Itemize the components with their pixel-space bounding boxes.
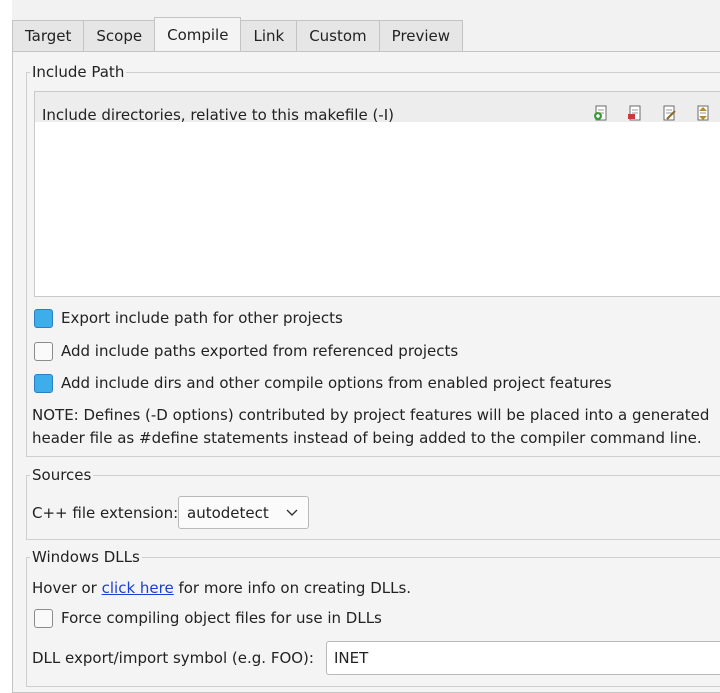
force-dll-compile-row[interactable]: Force compiling object files for use in … (34, 606, 382, 630)
cpp-extension-label: C++ file extension: (32, 504, 179, 522)
add-exported-paths-label[interactable]: Add include paths exported from referenc… (61, 341, 458, 361)
windows-dlls-group-title: Windows DLLs (30, 547, 142, 567)
dll-info-suffix: for more info on creating DLLs. (173, 579, 412, 597)
edit-item-icon[interactable] (661, 105, 677, 121)
export-include-path-row[interactable]: Export include path for other projects (34, 306, 343, 330)
add-feature-dirs-label[interactable]: Add include dirs and other compile optio… (61, 373, 612, 393)
dll-symbol-label: DLL export/import symbol (e.g. FOO): (32, 649, 314, 667)
dll-info-link[interactable]: click here (102, 579, 174, 597)
include-dirs-list-header: Include directories, relative to this ma… (34, 91, 720, 124)
tab-target[interactable]: Target (12, 20, 85, 51)
chevron-down-icon (286, 509, 298, 516)
include-path-group-title: Include Path (30, 62, 127, 82)
move-item-icon[interactable] (695, 105, 711, 121)
export-include-path-label[interactable]: Export include path for other projects (61, 308, 343, 328)
tab-preview[interactable]: Preview (378, 20, 464, 51)
export-include-path-checkbox[interactable] (34, 308, 53, 328)
tab-scope[interactable]: Scope (83, 20, 156, 51)
add-feature-dirs-row[interactable]: Add include dirs and other compile optio… (34, 371, 612, 395)
force-dll-compile-label[interactable]: Force compiling object files for use in … (61, 608, 382, 628)
tab-custom[interactable]: Custom (296, 20, 380, 51)
add-feature-dirs-checkbox[interactable] (34, 373, 53, 393)
cpp-extension-value: autodetect (187, 504, 269, 522)
tab-bar: Target Scope Compile Link Custom Preview (12, 17, 464, 52)
defines-note: NOTE: Defines (-D options) contributed b… (32, 406, 710, 447)
add-exported-paths-checkbox[interactable] (34, 341, 53, 361)
add-item-icon[interactable] (593, 105, 609, 121)
tab-compile[interactable]: Compile (154, 17, 242, 50)
cpp-extension-combo[interactable]: autodetect (178, 496, 309, 529)
tab-link[interactable]: Link (240, 20, 298, 51)
force-dll-compile-checkbox[interactable] (34, 608, 53, 628)
sources-group-title: Sources (30, 465, 94, 485)
dll-info-prefix: Hover or (32, 579, 102, 597)
dll-symbol-value[interactable]: INET (334, 648, 368, 668)
dll-symbol-input[interactable]: INET (326, 641, 720, 675)
remove-item-icon[interactable] (627, 105, 643, 121)
include-dirs-list[interactable] (34, 122, 720, 297)
add-exported-paths-row[interactable]: Add include paths exported from referenc… (34, 339, 458, 363)
dll-info-text: Hover or click here for more info on cre… (32, 578, 411, 598)
